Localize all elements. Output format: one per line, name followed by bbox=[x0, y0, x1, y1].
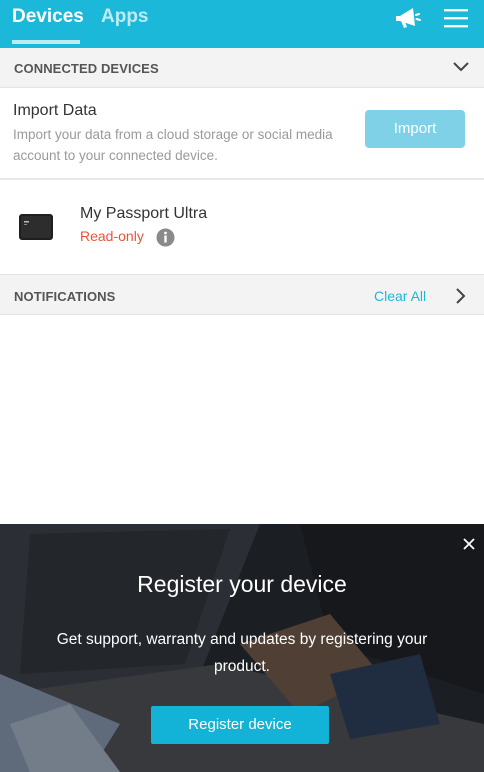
import-data-title: Import Data bbox=[13, 102, 97, 119]
import-button[interactable]: Import bbox=[365, 110, 465, 148]
chevron-down-icon[interactable] bbox=[452, 60, 470, 74]
tab-apps[interactable]: Apps bbox=[101, 6, 149, 28]
promo-title: Register your device bbox=[137, 571, 347, 597]
promo-text: Get support, warranty and updates by reg… bbox=[56, 631, 428, 675]
notifications-title: NOTIFICATIONS bbox=[14, 289, 116, 304]
import-data-card: Import Data Import your data from a clou… bbox=[0, 88, 484, 180]
connected-devices-title: CONNECTED DEVICES bbox=[14, 61, 159, 76]
connected-devices-header[interactable]: CONNECTED DEVICES bbox=[0, 48, 484, 88]
info-icon[interactable] bbox=[156, 228, 175, 247]
chevron-right-icon[interactable] bbox=[454, 287, 468, 305]
hamburger-menu-icon[interactable] bbox=[442, 5, 470, 31]
import-data-description: Import your data from a cloud storage or… bbox=[13, 127, 333, 163]
tab-devices[interactable]: Devices bbox=[12, 6, 84, 28]
close-icon[interactable] bbox=[461, 536, 477, 552]
hard-drive-icon bbox=[19, 214, 53, 240]
app-header: Devices Apps bbox=[0, 0, 484, 48]
register-promo-banner: Register your device Get support, warran… bbox=[0, 524, 484, 772]
active-tab-indicator bbox=[12, 40, 80, 44]
clear-all-link[interactable]: Clear All bbox=[374, 288, 426, 304]
notifications-header: NOTIFICATIONS Clear All bbox=[0, 274, 484, 315]
device-status: Read-only bbox=[80, 228, 144, 244]
device-list-item[interactable]: My Passport Ultra Read-only bbox=[0, 182, 484, 274]
megaphone-icon[interactable] bbox=[393, 5, 421, 31]
register-device-button[interactable]: Register device bbox=[151, 706, 329, 744]
device-name: My Passport Ultra bbox=[80, 205, 208, 222]
